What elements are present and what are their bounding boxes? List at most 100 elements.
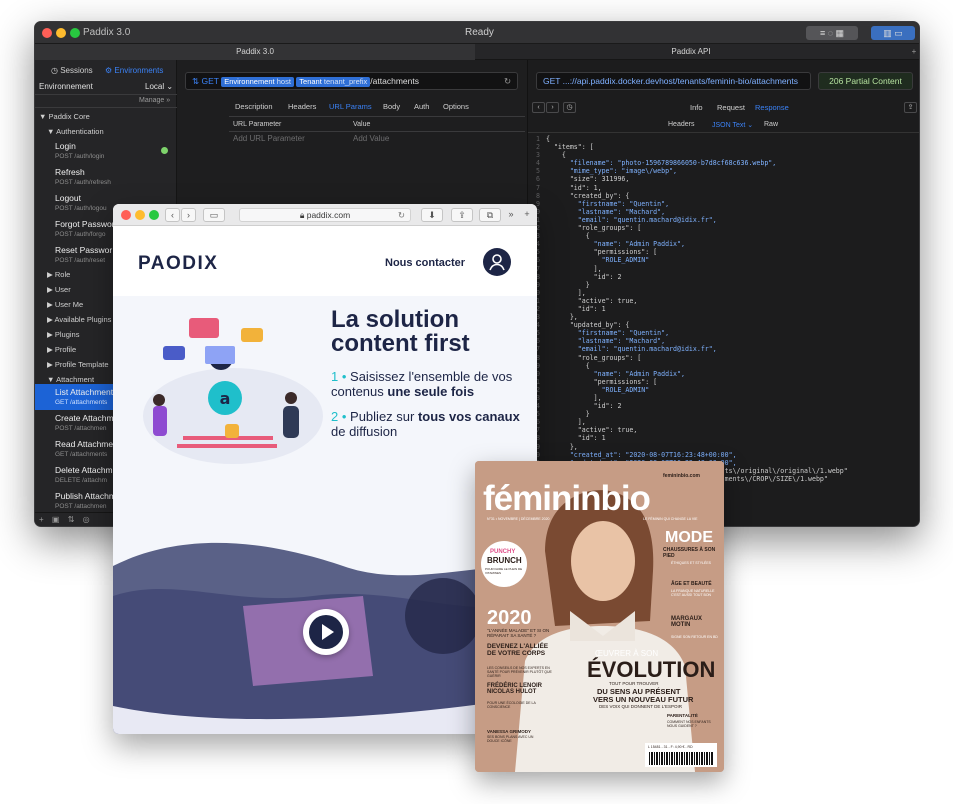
environments-tab[interactable]: ⚙ Environments [105,66,163,75]
tab-body[interactable]: Body [383,102,400,111]
add-url-parameter-input[interactable]: Add URL Parameter [233,134,305,143]
forward-icon[interactable]: › [546,102,559,113]
magazine-issue: N°31 • NOVEMBRE | DÉCEMBRE 2020 [487,517,550,521]
play-button[interactable] [303,609,349,655]
download-icon[interactable]: ⬇ [421,208,443,222]
back-icon[interactable]: ‹ [165,208,180,222]
code-text: "filename": "photo-1596789866050-b7d8cf6… [546,159,777,168]
tab-paddix-3[interactable]: Paddix 3.0 [35,44,475,60]
overflow-icon[interactable]: » [505,208,517,222]
divider [229,131,525,132]
tab-headers[interactable]: Headers [288,102,316,111]
zoom-window-button[interactable] [149,210,159,220]
code-line: 20 ], [530,289,919,297]
magazine-brand: fémininbio [483,479,651,518]
tree-group-label: Role [54,270,71,279]
new-tab-icon[interactable]: + [907,44,919,60]
minimize-window-button[interactable] [135,210,145,220]
add-icon[interactable]: + [39,515,44,524]
forward-icon[interactable]: › [181,208,196,222]
back-icon[interactable]: ‹ [532,102,545,113]
tab-info[interactable]: Info [690,103,703,112]
line-number: 5 [536,167,540,176]
layout-toggle-icon[interactable]: ▥ ▭ [871,26,915,40]
tree-root-paddix-core[interactable]: ▼ Paddix Core [39,112,90,121]
filter-icon[interactable]: ⇅ [68,515,75,524]
toolbar-tools-group[interactable]: ≡ ◌ ▦ [806,26,858,40]
site-logo[interactable]: PAODIX [138,253,218,275]
sessions-tab[interactable]: ◷ Sessions [51,66,93,75]
method-dropdown[interactable]: ⇅ GET [192,76,219,86]
code-text: { [546,232,590,241]
code-text: "lastname": "Machard", [546,337,666,346]
badge-line-2: BRUNCH [487,556,522,565]
status-badge: 206 Partial Content [818,72,913,90]
tab-request[interactable]: Request [717,103,745,112]
code-text: "active": true, [546,296,638,305]
code-text: "created_at": "2020-08-07T16:23:48+00:00… [546,450,737,459]
new-tab-icon[interactable]: + [520,208,534,222]
tree-group-profile[interactable]: ▶ Profile [47,345,76,354]
settings-icon[interactable]: ◎ [83,515,90,524]
code-text: "firstname": "Quentin", [546,329,670,338]
code-line: 40 "created_at": "2020-08-07T16:23:48+00… [530,450,919,459]
tab-response[interactable]: Response [755,103,789,112]
code-line: 10 "lastname": "Machard", [530,208,919,216]
share-icon[interactable]: ⇪ [451,208,473,222]
environment-select[interactable]: Local ⌄ [145,82,173,91]
tree-group-attachment[interactable]: ▼ Attachment [47,375,94,384]
close-window-button[interactable] [42,28,52,38]
tree-group-label: Profile Template [54,360,109,369]
request-url-bar[interactable]: ⇅ GET Environnement host Tenant tenant_p… [185,72,518,90]
tab-description[interactable]: Description [235,102,273,111]
method-label: GET [201,76,219,86]
contact-link[interactable]: Nous contacter [385,257,465,269]
tree-group-profile-template[interactable]: ▶ Profile Template [47,360,109,369]
tab-paddix-api[interactable]: Paddix API [476,44,906,60]
hero-point-2: 2 • Publiez sur tous vos canaux de diffu… [331,409,521,439]
minimize-window-button[interactable] [56,28,66,38]
tree-group-authentication[interactable]: ▼ Authentication [47,127,104,136]
subtab-headers[interactable]: Headers [668,121,694,128]
code-text: "ROLE_ADMIN" [546,385,650,394]
refresh-icon[interactable]: ↻ [504,76,511,87]
tree-group-label: User Me [54,300,84,309]
tree-group-available-plugins[interactable]: ▶ Available Plugins [47,315,111,324]
zoom-window-button[interactable] [70,28,80,38]
token-env-label: Environnement [224,77,275,86]
tree-group-plugins[interactable]: ▶ Plugins [47,330,79,339]
folder-icon[interactable]: ▣ [52,515,60,524]
sidebar-icon[interactable]: ▭ [203,208,225,222]
tree-group-user[interactable]: ▶ User [47,285,71,294]
left-names-sub: POUR UNE ÉCOLOGIE DE LA CONSCIENCE [487,701,536,709]
tabs-icon[interactable]: ⧉ [479,208,501,222]
tab-auth[interactable]: Auth [414,102,429,111]
code-text: }, [546,442,578,451]
item-route: POST /auth/login [55,153,105,160]
code-line: 17 ], [530,265,919,273]
sidebar-item-refresh[interactable]: Refresh POST /auth/refresh [35,164,177,190]
sidebar-item-login[interactable]: Login POST /auth/login [35,138,177,164]
tab-url-params[interactable]: URL Params [329,102,372,111]
manage-button[interactable]: Manage » [139,97,170,104]
token-tenant-label: Tenant [299,77,322,86]
token-tenant[interactable]: Tenant tenant_prefix [296,77,371,87]
tree-group-label: User [54,285,71,294]
code-text: ], [546,394,602,402]
subtab-raw[interactable]: Raw [764,121,778,128]
close-window-button[interactable] [121,210,131,220]
line-number: 8 [536,191,540,200]
code-text: ], [546,418,586,427]
history-icon[interactable]: ◷ [563,102,576,113]
share-icon[interactable]: ⇪ [904,102,917,113]
token-environment[interactable]: Environnement host [221,77,294,87]
address-bar[interactable]: 🔒︎ paddix.com ↻ [239,208,411,222]
tree-group-role[interactable]: ▶ Role [47,270,70,279]
reload-icon[interactable]: ↻ [398,209,405,221]
add-value-input[interactable]: Add Value [353,134,389,143]
subtab-json-text[interactable]: JSON Text ⌄ [712,121,753,129]
tree-group-user-me[interactable]: ▶ User Me [47,300,83,309]
account-icon[interactable] [483,248,511,276]
tab-options[interactable]: Options [443,102,469,111]
right-mode: MODE [665,529,713,546]
